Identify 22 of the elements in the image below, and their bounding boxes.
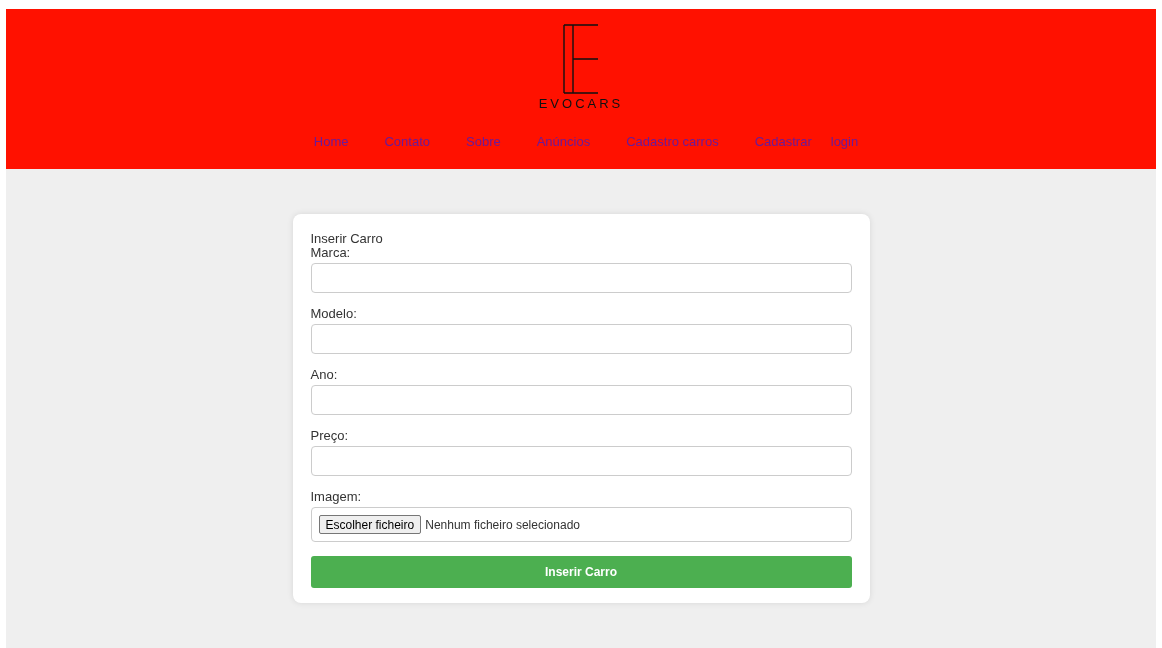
field-label: Ano:: [310, 368, 339, 382]
logo-text: EVOCARS: [538, 97, 624, 111]
form-title: Inserir Carro: [310, 232, 384, 246]
nav-link[interactable]: Cadastro carros: [626, 134, 719, 150]
input-field[interactable]: [310, 324, 852, 354]
nav-link[interactable]: Contato: [384, 134, 430, 150]
field-label: Preço:: [310, 429, 350, 443]
nav-link[interactable]: login: [830, 134, 859, 150]
nav-link[interactable]: Cadastrar: [754, 134, 812, 150]
input-field[interactable]: [310, 385, 852, 415]
nav-link[interactable]: Home: [313, 134, 349, 150]
field-label: Imagem:: [310, 490, 363, 504]
nav-link[interactable]: Sobre: [466, 134, 501, 150]
logo-icon: [563, 24, 599, 94]
submit-button[interactable]: Inserir Carro: [310, 556, 852, 588]
input-field[interactable]: [310, 446, 852, 476]
nav-link[interactable]: Anúncios: [536, 134, 591, 150]
input-field[interactable]: [310, 263, 852, 293]
file-status: Nenhum ficheiro selecionado: [425, 516, 580, 534]
choose-file-button[interactable]: Escolher ficheiro: [318, 515, 422, 534]
field-label: Marca:: [310, 246, 352, 260]
field-label: Modelo:: [310, 307, 358, 321]
